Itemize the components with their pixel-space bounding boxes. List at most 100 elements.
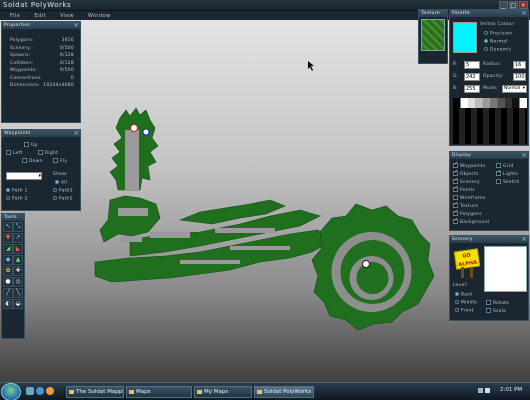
checkbox[interactable] [24,142,29,147]
checkbox[interactable] [53,158,58,163]
checkbox[interactable] [453,169,459,176]
taskbar-button-polyworks[interactable]: Soldat PolyWorks [254,386,314,398]
vertex-select-icon[interactable]: ▼ [3,233,13,243]
close-icon[interactable]: × [522,152,527,159]
close-icon[interactable]: × [522,236,527,243]
dynamic-option[interactable]: Dynamic [484,47,511,53]
spawn-tool-icon[interactable]: ● [3,277,13,287]
wp-right[interactable]: Right [38,150,58,156]
b-input[interactable]: 255 [464,85,480,93]
display-option-points[interactable]: Points [453,185,489,195]
taskbar-button-maps[interactable]: Maps [126,386,192,398]
menu-window[interactable]: Window [88,13,111,19]
checkbox[interactable] [453,185,459,192]
radio[interactable] [55,180,59,184]
wp-down[interactable]: Down [22,158,43,164]
checkbox[interactable] [453,161,459,168]
rotate-toggle[interactable]: Rotate [486,300,509,306]
close-icon[interactable]: × [74,130,79,137]
checkbox[interactable] [496,179,501,184]
checkbox[interactable] [453,217,459,224]
maximize-button[interactable]: □ [509,1,518,9]
close-button[interactable]: × [519,1,528,9]
waypoint-tool-icon[interactable]: ✚ [13,266,23,276]
texture-preview[interactable] [421,19,445,51]
checkbox[interactable] [453,209,459,216]
menu-file[interactable]: File [10,13,20,19]
transform-tool-icon[interactable]: ⤡ [13,222,23,232]
current-color-swatch[interactable] [453,22,477,53]
radio[interactable] [455,308,459,312]
level-back[interactable]: Back [455,292,473,298]
mode-select[interactable]: Normal ▾ [502,85,527,93]
r-input[interactable]: 5 [464,61,480,69]
wp-up[interactable]: Up [24,142,38,148]
waypoint-type-select[interactable]: ▾ [6,172,42,180]
radio[interactable] [484,31,488,35]
eyedropper-icon[interactable]: ◐ [3,299,13,309]
paint-bucket-icon[interactable]: ◆ [3,255,13,265]
precision-option[interactable]: Precision [484,31,512,37]
menu-view[interactable]: View [60,13,74,19]
menu-edit[interactable]: Edit [34,13,46,19]
checkbox[interactable] [496,169,502,176]
show-path2[interactable]: Path2 [53,196,73,202]
level-middle[interactable]: Middle [455,300,477,306]
move-tool-icon[interactable]: ↖ [3,222,13,232]
volume-icon[interactable] [485,388,490,393]
checkbox[interactable] [453,177,459,184]
light-tool-icon[interactable]: ◒ [13,299,23,309]
radius-input[interactable]: 16 [513,61,526,69]
level-front[interactable]: Front [455,308,474,314]
g-input[interactable]: 242 [464,73,480,81]
scenery-tool-icon[interactable]: ✿ [3,266,13,276]
collider-tool-icon[interactable]: ◎ [13,277,23,287]
minimize-button[interactable]: _ [499,1,508,9]
show-all[interactable]: All [55,180,67,186]
scenery-sign-thumbnail[interactable]: GO ALPHA [453,248,481,278]
taskbar-button-forum[interactable]: The Soldat Mapping... [66,386,124,398]
checkbox[interactable] [6,150,11,155]
clock[interactable]: 2:01 PM [500,387,522,393]
radio[interactable] [53,188,57,192]
path2-option[interactable]: Path 2 [6,196,28,202]
close-icon[interactable]: × [522,10,527,17]
checkbox[interactable] [38,150,43,155]
show-path1[interactable]: Path1 [53,188,73,194]
browser-icon[interactable] [36,387,44,395]
radio[interactable] [455,292,459,296]
close-icon[interactable]: × [74,22,79,29]
polygon-creation-icon[interactable]: ◢ [3,244,13,254]
sketch-tool-icon[interactable]: ╱ [3,288,13,298]
display-option-lights[interactable]: Lights [496,169,520,179]
opacity-input[interactable]: 100 [513,73,526,81]
radio[interactable] [484,39,488,43]
checkbox[interactable] [486,300,491,305]
radio[interactable] [6,188,10,192]
texture-tool-icon[interactable]: ▲ [13,255,23,265]
wp-fly[interactable]: Fly [53,158,67,164]
scale-toggle[interactable]: Scale [486,308,506,314]
vertex-move-icon[interactable]: ↗ [13,233,23,243]
vertex-color-icon[interactable]: ◣ [13,244,23,254]
show-desktop-icon[interactable] [26,387,34,395]
display-option-background[interactable]: Background [453,217,489,227]
checkbox[interactable] [453,195,458,200]
checkbox[interactable] [453,201,459,208]
path1-option[interactable]: Path 1 [6,188,28,194]
start-button[interactable] [1,383,21,400]
checkbox[interactable] [22,158,27,163]
palette-swatches[interactable] [453,98,527,144]
checkbox[interactable] [486,308,491,313]
radio[interactable] [53,196,57,200]
radio[interactable] [455,300,459,304]
display-option-sketch[interactable]: Sketch [496,179,520,187]
normal-option[interactable]: Normal [484,39,508,45]
taskbar-button-my-maps[interactable]: My Maps [194,386,252,398]
media-icon[interactable] [46,387,54,395]
radio[interactable] [6,196,10,200]
network-icon[interactable] [478,388,483,393]
wp-left[interactable]: Left [6,150,22,156]
radio[interactable] [484,47,488,51]
checkbox[interactable] [496,163,501,168]
